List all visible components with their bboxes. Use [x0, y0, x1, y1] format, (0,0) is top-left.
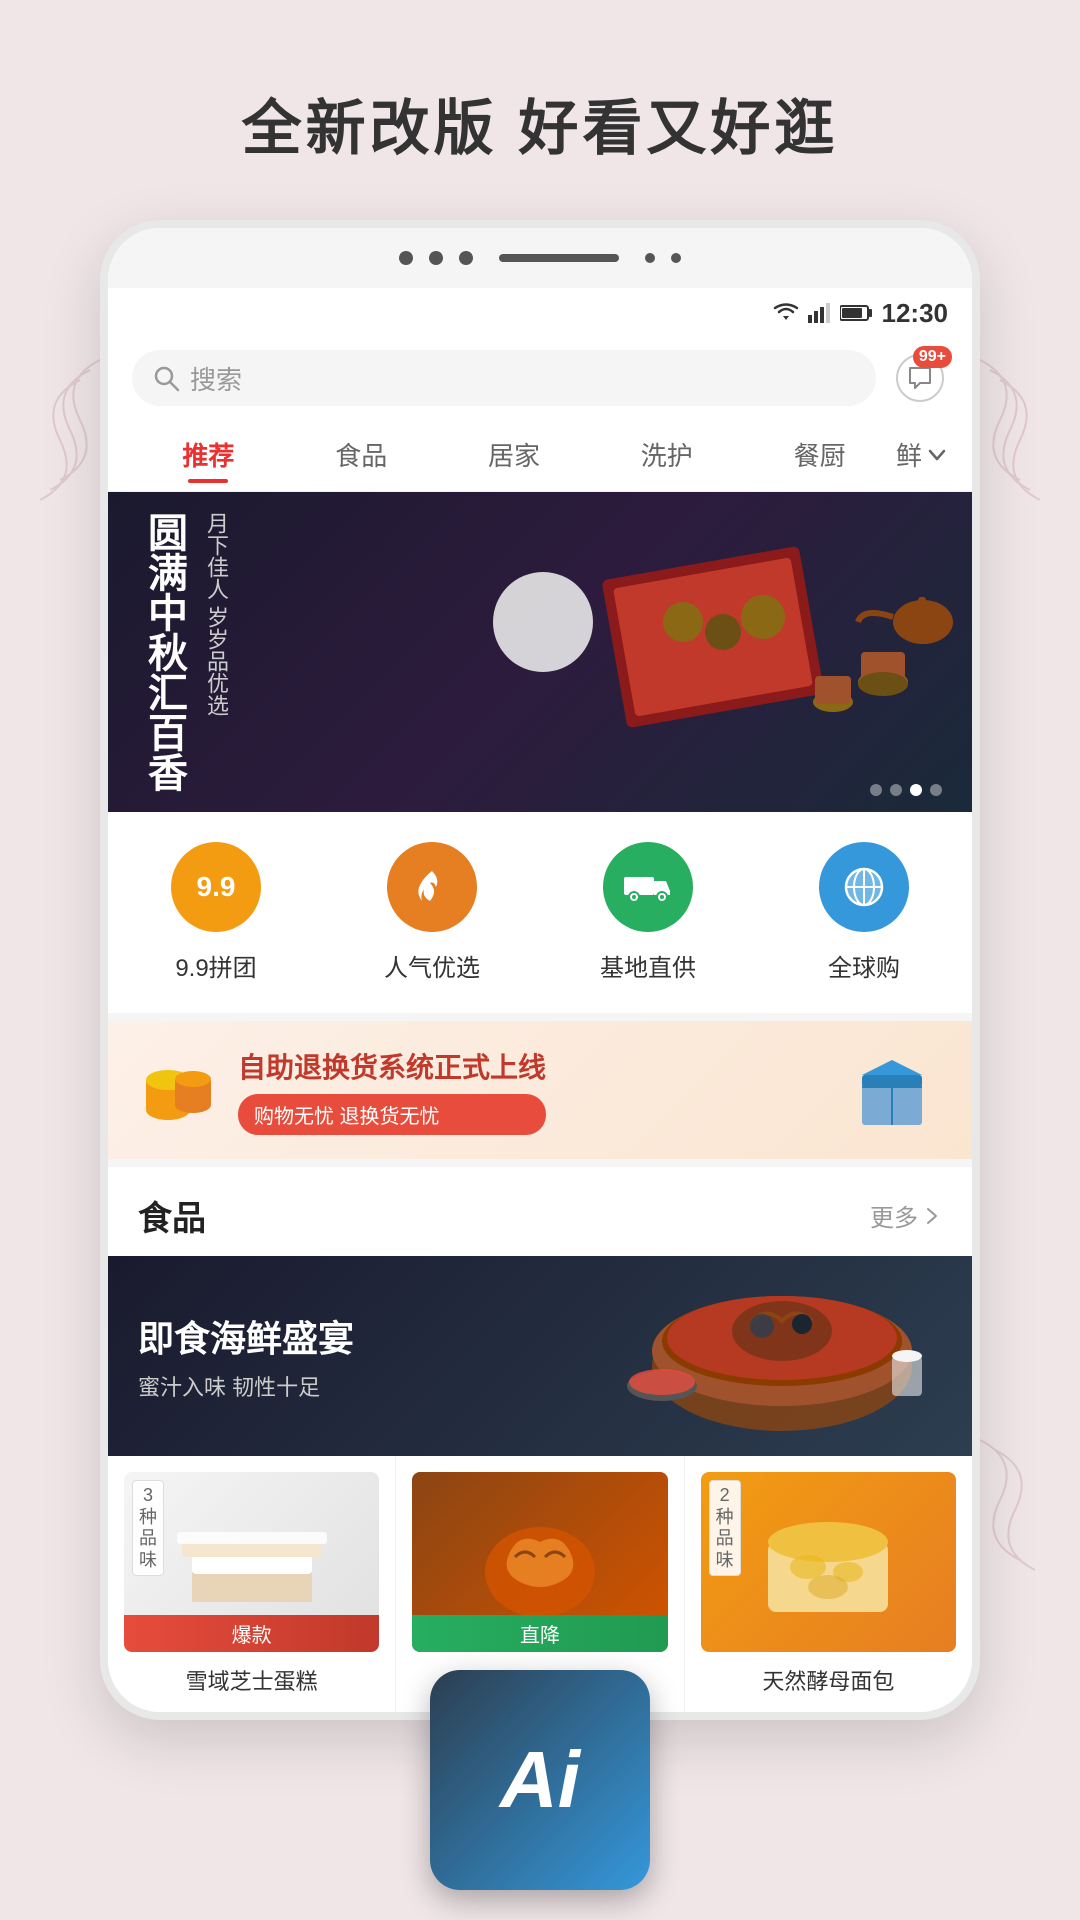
chevron-down-icon: [926, 444, 948, 466]
quick-icons-section: 9.9 9.9拼团 人气优选: [108, 812, 972, 1021]
banner-dot-4[interactable]: [930, 784, 942, 796]
food-banner-title: 即食海鲜盛宴: [138, 1310, 354, 1362]
quanqiu-label: 全球购: [828, 948, 900, 983]
phone-dot-3: [459, 251, 473, 265]
food-banner-subtitle: 蜜汁入味 韧性十足: [138, 1370, 354, 1402]
pintuan-label: 9.9拼团: [175, 948, 256, 983]
duck-visual: [460, 1492, 620, 1632]
food-banner-text: 即食海鲜盛宴 蜜汁入味 韧性十足: [138, 1310, 354, 1402]
quick-item-renqi[interactable]: 人气优选: [324, 842, 540, 983]
banner-visual: [454, 492, 972, 812]
chat-icon: [907, 365, 933, 391]
phone-dot-2: [429, 251, 443, 265]
cat-item-jujia[interactable]: 居家: [438, 428, 591, 481]
quanqiu-icon: [819, 842, 909, 932]
product-item-cake[interactable]: 3种品味 爆款 雪域芝士蛋糕: [108, 1456, 396, 1712]
promo-box-icon: [852, 1045, 942, 1135]
category-nav: 推荐 食品 居家 洗护 餐厨 鲜: [108, 418, 972, 492]
ai-badge: Ai: [430, 1670, 650, 1890]
quick-item-pintuan[interactable]: 9.9 9.9拼团: [108, 842, 324, 983]
flame-icon: [412, 867, 452, 907]
product-img-bread: 2种品味: [701, 1472, 956, 1652]
globe-icon: [842, 865, 886, 909]
promo-banner[interactable]: 自助退换货系统正式上线 购物无忧 退换货无忧: [108, 1021, 972, 1167]
promo-text: 自助退换货系统正式上线 购物无忧 退换货无忧: [238, 1046, 546, 1135]
promo-subtitle: 购物无忧 退换货无忧: [238, 1094, 546, 1135]
message-badge: 99+: [913, 346, 952, 368]
search-input-wrap[interactable]: 搜索: [132, 350, 876, 406]
search-placeholder: 搜索: [190, 360, 242, 397]
bread-visual: [748, 1492, 908, 1632]
product-img-cake: 3种品味 爆款: [124, 1472, 379, 1652]
status-time: 12:30: [882, 298, 949, 329]
phone-speaker: [499, 254, 619, 262]
cat-item-tuijian[interactable]: 推荐: [132, 428, 285, 481]
food-section-title: 食品: [138, 1191, 206, 1240]
banner-dot-1[interactable]: [870, 784, 882, 796]
food-banner[interactable]: 即食海鲜盛宴 蜜汁入味 韧性十足: [108, 1256, 972, 1456]
battery-icon: [840, 304, 874, 322]
product-badge-cake: 3种品味: [132, 1480, 164, 1576]
phone-bezel: [108, 228, 972, 288]
renqi-label: 人气优选: [384, 948, 480, 983]
search-icon: [152, 364, 180, 392]
cat-fresh-label: 鲜: [896, 436, 922, 473]
search-bar: 搜索 99+: [108, 338, 972, 418]
jidi-label: 基地直供: [600, 948, 696, 983]
status-icons: 12:30: [772, 298, 949, 329]
food-section-header: 食品 更多: [108, 1167, 972, 1256]
quick-item-jidi[interactable]: 基地直供: [540, 842, 756, 983]
pintuan-icon: 9.9: [171, 842, 261, 932]
quick-item-quanqiu[interactable]: 全球购: [756, 842, 972, 983]
banner-dots: [870, 784, 942, 796]
banner-main-title: 圆满中秋汇百香: [138, 512, 190, 792]
mooncake-scene: [463, 502, 963, 802]
more-label: 更多: [870, 1198, 918, 1233]
product-name-cake: 雪域芝士蛋糕: [124, 1664, 379, 1696]
phone-frame: 12:30 搜索 99+ 推荐 食品 居家 洗护 餐厨 鲜: [100, 220, 980, 1720]
chevron-right-icon: [922, 1206, 942, 1226]
product-tag-cake: 爆款: [124, 1615, 379, 1652]
message-button[interactable]: 99+: [892, 350, 948, 406]
cat-item-xihu[interactable]: 洗护: [590, 428, 743, 481]
banner-subtitle: 月下佳人 岁岁品优选: [200, 512, 233, 792]
banner-subtitle-line1: 月下佳人: [204, 512, 229, 600]
truck-icon: [624, 869, 672, 905]
product-badge-bread: 2种品味: [709, 1480, 741, 1576]
promo-coins-icon: [138, 1055, 218, 1125]
page-title: 全新改版 好看又好逛: [0, 0, 1080, 167]
promo-title: 自助退换货系统正式上线: [238, 1046, 546, 1086]
banner-subtitle-line2: 岁岁品优选: [204, 606, 229, 716]
cat-more-button[interactable]: 鲜: [896, 436, 948, 473]
product-img-duck: 直降: [412, 1472, 667, 1652]
renqi-icon: [387, 842, 477, 932]
phone-dot-4: [645, 253, 655, 263]
cat-item-canchu[interactable]: 餐厨: [743, 428, 896, 481]
cake-visual: [172, 1492, 332, 1632]
signal-icon: [808, 303, 832, 323]
banner-dot-3[interactable]: [910, 784, 922, 796]
product-item-bread[interactable]: 2种品味 天然酵母面包: [685, 1456, 972, 1712]
banner-dot-2[interactable]: [890, 784, 902, 796]
phone-dot-1: [399, 251, 413, 265]
wifi-icon: [772, 302, 800, 324]
jidi-icon: [603, 842, 693, 932]
food-section-more[interactable]: 更多: [870, 1198, 942, 1233]
main-banner[interactable]: 圆满中秋汇百香 月下佳人 岁岁品优选: [108, 492, 972, 812]
promo-left: 自助退换货系统正式上线 购物无忧 退换货无忧: [138, 1046, 546, 1135]
phone-dot-5: [671, 253, 681, 263]
product-tag-duck: 直降: [412, 1615, 667, 1652]
status-bar: 12:30: [108, 288, 972, 338]
seafood-visual: [582, 1266, 942, 1446]
cat-item-shipin[interactable]: 食品: [285, 428, 438, 481]
product-name-bread: 天然酵母面包: [701, 1664, 956, 1696]
